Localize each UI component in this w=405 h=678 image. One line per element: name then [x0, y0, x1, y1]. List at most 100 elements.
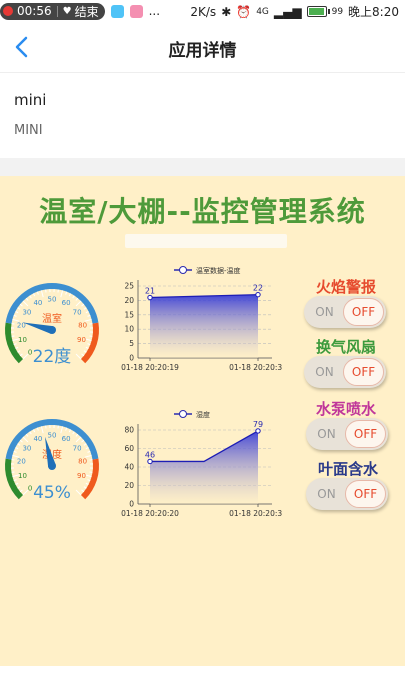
leaf-moisture-toggle[interactable]: ON OFF — [306, 478, 388, 510]
gauge-tick — [81, 439, 85, 443]
gauge-tick — [22, 300, 29, 307]
gauge-tick — [87, 479, 91, 482]
call-end-label: 结束 — [74, 4, 99, 19]
series-area — [150, 430, 258, 504]
fire-alarm-toggle[interactable]: ON OFF — [304, 296, 386, 328]
gauge-label: 温室 — [42, 312, 62, 325]
data-point — [147, 458, 153, 465]
gauge-tick-label: 40 — [33, 435, 42, 443]
gauge-tick-label: 0 — [28, 484, 32, 492]
monitor-panel: 温室/大棚--监控管理系统 0 10 20 30 40 50 60 70 80 90 温室 22度 0… — [0, 176, 405, 666]
y-tick-label: 20 — [124, 481, 134, 490]
gauge-tick-label: 40 — [33, 299, 42, 307]
gauge-tick — [36, 291, 39, 295]
gauge-tick-label: 20 — [17, 458, 26, 466]
gauge-tick — [13, 343, 17, 346]
gauge-tick — [68, 429, 72, 433]
gauge-tick — [83, 443, 87, 446]
data-label: 21 — [145, 287, 155, 296]
bluetooth-icon: ✱ — [221, 4, 232, 19]
gauge-tick — [17, 443, 21, 446]
fan-toggle[interactable]: ON OFF — [304, 356, 386, 388]
gauge-tick — [32, 293, 36, 297]
app-info-card: mini MINI — [0, 72, 405, 158]
toggle-on-label: ON — [315, 305, 334, 319]
gauge-tick — [60, 426, 64, 434]
gauge-tick — [81, 303, 85, 307]
gauge-tick — [68, 293, 72, 297]
app-notification-icon — [110, 4, 124, 18]
gauge-tick — [17, 486, 21, 489]
gauge-tick — [72, 431, 75, 435]
app-header: 应用详情 — [0, 22, 405, 72]
gauge-value: 45% — [33, 483, 71, 503]
y-tick-label: 40 — [124, 463, 134, 472]
gauge-tick — [75, 297, 79, 301]
gauge-tick — [25, 297, 29, 301]
gauge-tick — [25, 433, 29, 437]
fire-alarm-label: 火焰警报 — [315, 278, 376, 296]
toggle-off-knob: OFF — [343, 358, 384, 386]
battery-icon — [306, 6, 330, 17]
gauge-hub — [48, 462, 56, 470]
gauge-tick — [13, 479, 17, 482]
app-subtitle: MINI — [14, 123, 43, 138]
y-tick-label: 15 — [124, 310, 134, 319]
gauge-tick-label: 60 — [62, 435, 71, 443]
gauge-tick — [29, 295, 32, 299]
gauge-tick — [83, 486, 87, 489]
gauge-tick-label: 50 — [48, 432, 57, 440]
y-tick-label: 60 — [124, 444, 134, 453]
pump-toggle[interactable]: ON OFF — [306, 418, 388, 450]
gauge-tick-label: 90 — [77, 336, 86, 344]
gauge-tick — [22, 436, 29, 443]
gauge-tick — [85, 482, 89, 486]
signal-icon: ▂▄▆ — [273, 4, 302, 19]
gauge-tick-label: 0 — [28, 348, 32, 356]
gauge-tick-label: 30 — [22, 308, 31, 316]
app-name: mini — [14, 91, 47, 109]
toggle-on-label: ON — [317, 487, 336, 501]
gauge-tick — [29, 431, 32, 435]
gauge-tick — [65, 427, 68, 431]
gauge-tick — [81, 353, 85, 357]
y-tick-label: 10 — [124, 325, 134, 334]
data-point — [255, 291, 261, 298]
data-label: 22 — [253, 284, 263, 293]
panel-title: 温室/大棚--监控管理系统 — [39, 195, 366, 228]
gauge-tick — [87, 314, 91, 317]
section-divider — [0, 158, 405, 176]
leaf-moisture-label: 叶面含水 — [317, 460, 378, 478]
toggle-off-knob: OFF — [345, 420, 386, 448]
gauge-tick — [32, 429, 36, 433]
page-title: 应用详情 — [168, 41, 237, 61]
network-type: 4G — [256, 6, 269, 17]
gauge-tick-label: 10 — [18, 472, 27, 480]
gauge-hub — [48, 326, 56, 334]
gauge-tick — [75, 489, 82, 496]
status-bar: 00:56 ♥ 结束 ... 2K/s ✱ ⏰ 4G ▂▄▆ 99 晚上8:20 — [0, 0, 405, 22]
gauge-tick — [17, 307, 21, 310]
y-tick-label: 0 — [129, 500, 134, 509]
toggle-off-knob: OFF — [345, 480, 386, 508]
status-time: 00:56 — [17, 4, 52, 18]
gauge-tick — [15, 482, 19, 486]
gauge-tick — [85, 446, 89, 450]
gauge-tick — [75, 433, 79, 437]
fan-label: 换气风扇 — [315, 338, 376, 356]
record-dot-icon — [3, 6, 13, 16]
gauge-tick-label: 70 — [73, 308, 82, 316]
x-tick-label: 01-18 20:20:20 — [121, 509, 179, 518]
legend-marker — [179, 410, 187, 418]
alarm-icon: ⏰ — [236, 4, 252, 19]
gauge-tick — [17, 350, 21, 353]
gauge-tick — [60, 290, 64, 298]
gauge-tick — [36, 427, 39, 431]
gauge-tick-label: 80 — [78, 458, 87, 466]
data-label: 79 — [253, 420, 263, 429]
gauge-tick — [83, 350, 87, 353]
y-tick-label: 80 — [124, 426, 134, 435]
gauge-tick — [65, 291, 68, 295]
call-pill[interactable]: 00:56 ♥ 结束 — [0, 2, 105, 20]
gauge-tick — [87, 343, 91, 346]
